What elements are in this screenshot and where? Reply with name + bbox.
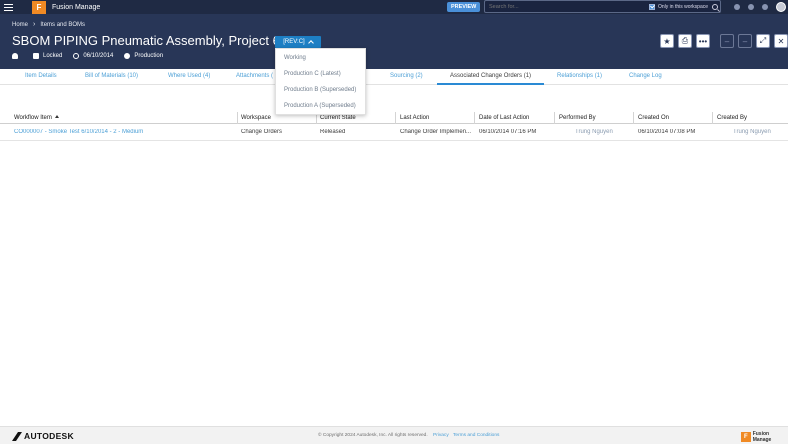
column-resize-handle[interactable] bbox=[395, 112, 396, 124]
more-button[interactable]: ••• bbox=[696, 34, 710, 48]
cell-created-by[interactable]: Trung Nguyen bbox=[733, 129, 785, 135]
fusion-manage-footer-logo: F Fusion Manage bbox=[741, 431, 788, 443]
breadcrumb-home[interactable]: Home bbox=[12, 22, 28, 28]
search-icon[interactable] bbox=[712, 3, 719, 10]
tab-associated-change-orders[interactable]: Associated Change Orders (1) bbox=[450, 73, 531, 79]
clock-icon bbox=[73, 53, 80, 59]
breadcrumb-section[interactable]: Items and BOMs bbox=[40, 22, 85, 28]
lifecycle-status: Production bbox=[134, 53, 164, 59]
column-header-created-on[interactable]: Created On bbox=[638, 115, 669, 121]
search-box: Only in this workspace bbox=[484, 0, 721, 13]
cell-last-action: Change Order Implemen... bbox=[400, 129, 472, 135]
fusion-logo[interactable]: F bbox=[32, 0, 46, 14]
autodesk-mark-icon bbox=[12, 431, 22, 441]
column-header-last-action[interactable]: Last Action bbox=[400, 115, 429, 121]
column-header-workspace[interactable]: Workspace bbox=[241, 115, 271, 121]
fusion-logo-icon: F bbox=[741, 432, 751, 442]
owner-icon[interactable] bbox=[12, 53, 18, 59]
next-item-button[interactable]: – bbox=[738, 34, 752, 48]
column-header-date-of-last-action[interactable]: Date of Last Action bbox=[479, 115, 529, 121]
notifications-icon[interactable] bbox=[734, 4, 740, 10]
header-actions: ★ ⎙ ••• – – ⤢ ✕ bbox=[660, 34, 788, 48]
cell-performed-by[interactable]: Trung Nguyen bbox=[575, 129, 631, 135]
revision-option-production-a[interactable]: Production A (Superseded) bbox=[284, 103, 356, 109]
print-button[interactable]: ⎙ bbox=[678, 34, 692, 48]
revision-label: [REV:C] bbox=[283, 39, 305, 45]
fullscreen-button[interactable]: ⤢ bbox=[756, 34, 770, 48]
table-header: Workflow Item Workspace Current State La… bbox=[0, 112, 788, 124]
cell-date-of-last-action: 06/10/2014 07:16 PM bbox=[479, 129, 537, 135]
privacy-link[interactable]: Privacy bbox=[433, 433, 449, 438]
tab-change-log[interactable]: Change Log bbox=[629, 73, 662, 79]
tab-item-details[interactable]: Item Details bbox=[25, 73, 57, 79]
item-meta: Locked 06/10/2014 Production bbox=[12, 53, 163, 59]
help-icon[interactable] bbox=[748, 4, 754, 10]
item-date: 06/10/2014 bbox=[83, 53, 114, 59]
column-header-workflow-item[interactable]: Workflow Item bbox=[14, 115, 59, 121]
workflow-item-link[interactable]: CO000007 - Smoke Test 6/10/2014 - 2 - Me… bbox=[14, 129, 234, 135]
tab-bar: Item Details Bill of Materials (10) Wher… bbox=[0, 69, 788, 85]
cell-current-state: Released bbox=[320, 129, 346, 135]
revision-option-production-c[interactable]: Production C (Latest) bbox=[284, 71, 341, 77]
breadcrumb: Home › Items and BOMs bbox=[12, 21, 85, 28]
workspace-only-checkbox[interactable] bbox=[649, 3, 655, 10]
tab-bill-of-materials[interactable]: Bill of Materials (10) bbox=[85, 73, 138, 79]
lifecycle-icon bbox=[124, 53, 131, 59]
previous-item-button[interactable]: – bbox=[720, 34, 734, 48]
lock-icon bbox=[33, 53, 39, 59]
column-resize-handle[interactable] bbox=[633, 112, 634, 124]
column-resize-handle[interactable] bbox=[554, 112, 555, 124]
preview-badge[interactable]: PREVIEW bbox=[447, 2, 481, 12]
column-resize-handle[interactable] bbox=[712, 112, 713, 124]
terms-link[interactable]: Terms and Conditions bbox=[453, 433, 499, 438]
revision-button[interactable]: [REV:C] bbox=[275, 36, 321, 48]
column-label: Workflow Item bbox=[14, 115, 52, 121]
column-header-created-by[interactable]: Created By bbox=[717, 115, 747, 121]
footer: AUTODESK © Copyright 2024 Autodesk, Inc.… bbox=[0, 426, 788, 444]
column-resize-handle[interactable] bbox=[237, 112, 238, 124]
revision-option-working[interactable]: Working bbox=[284, 55, 306, 61]
column-resize-handle[interactable] bbox=[474, 112, 475, 124]
tab-where-used[interactable]: Where Used (4) bbox=[168, 73, 210, 79]
sort-ascending-icon bbox=[54, 115, 59, 118]
favorite-button[interactable]: ★ bbox=[660, 34, 674, 48]
cell-workspace: Change Orders bbox=[241, 129, 283, 135]
copyright-text: © Copyright 2024 Autodesk, Inc. All righ… bbox=[318, 433, 428, 438]
app-title[interactable]: Fusion Manage bbox=[52, 4, 100, 11]
item-header: Home › Items and BOMs SBOM PIPING Pneuma… bbox=[0, 14, 788, 69]
chevron-up-icon bbox=[307, 40, 314, 46]
column-header-performed-by[interactable]: Performed By bbox=[559, 115, 596, 121]
tab-attachments[interactable]: Attachments ( bbox=[236, 73, 273, 79]
table-row[interactable]: CO000007 - Smoke Test 6/10/2014 - 2 - Me… bbox=[0, 125, 788, 141]
search-input[interactable] bbox=[489, 3, 639, 10]
revision-dropdown: Working Production C (Latest) Production… bbox=[275, 48, 366, 115]
settings-icon[interactable] bbox=[762, 4, 768, 10]
fusion-manage-footer-text: Fusion Manage bbox=[752, 431, 772, 443]
active-tab-indicator bbox=[437, 83, 544, 85]
revision-option-production-b[interactable]: Production B (Superseded) bbox=[284, 87, 356, 93]
page-title: SBOM PIPING Pneumatic Assembly, Project … bbox=[12, 33, 295, 48]
cell-created-on: 06/10/2014 07:08 PM bbox=[638, 129, 696, 135]
workspace-only-label: Only in this workspace bbox=[658, 3, 709, 10]
tab-relationships[interactable]: Relationships (1) bbox=[557, 73, 602, 79]
close-button[interactable]: ✕ bbox=[774, 34, 788, 48]
autodesk-logo[interactable]: AUTODESK bbox=[12, 431, 74, 441]
column-header-current-state[interactable]: Current State bbox=[320, 115, 356, 121]
tab-sourcing[interactable]: Sourcing (2) bbox=[390, 73, 423, 79]
chevron-right-icon: › bbox=[33, 21, 36, 28]
lock-status: Locked bbox=[43, 53, 63, 59]
menu-icon[interactable] bbox=[4, 0, 18, 14]
autodesk-wordmark: AUTODESK bbox=[24, 431, 74, 441]
avatar[interactable] bbox=[776, 2, 786, 12]
top-icons bbox=[726, 0, 788, 14]
